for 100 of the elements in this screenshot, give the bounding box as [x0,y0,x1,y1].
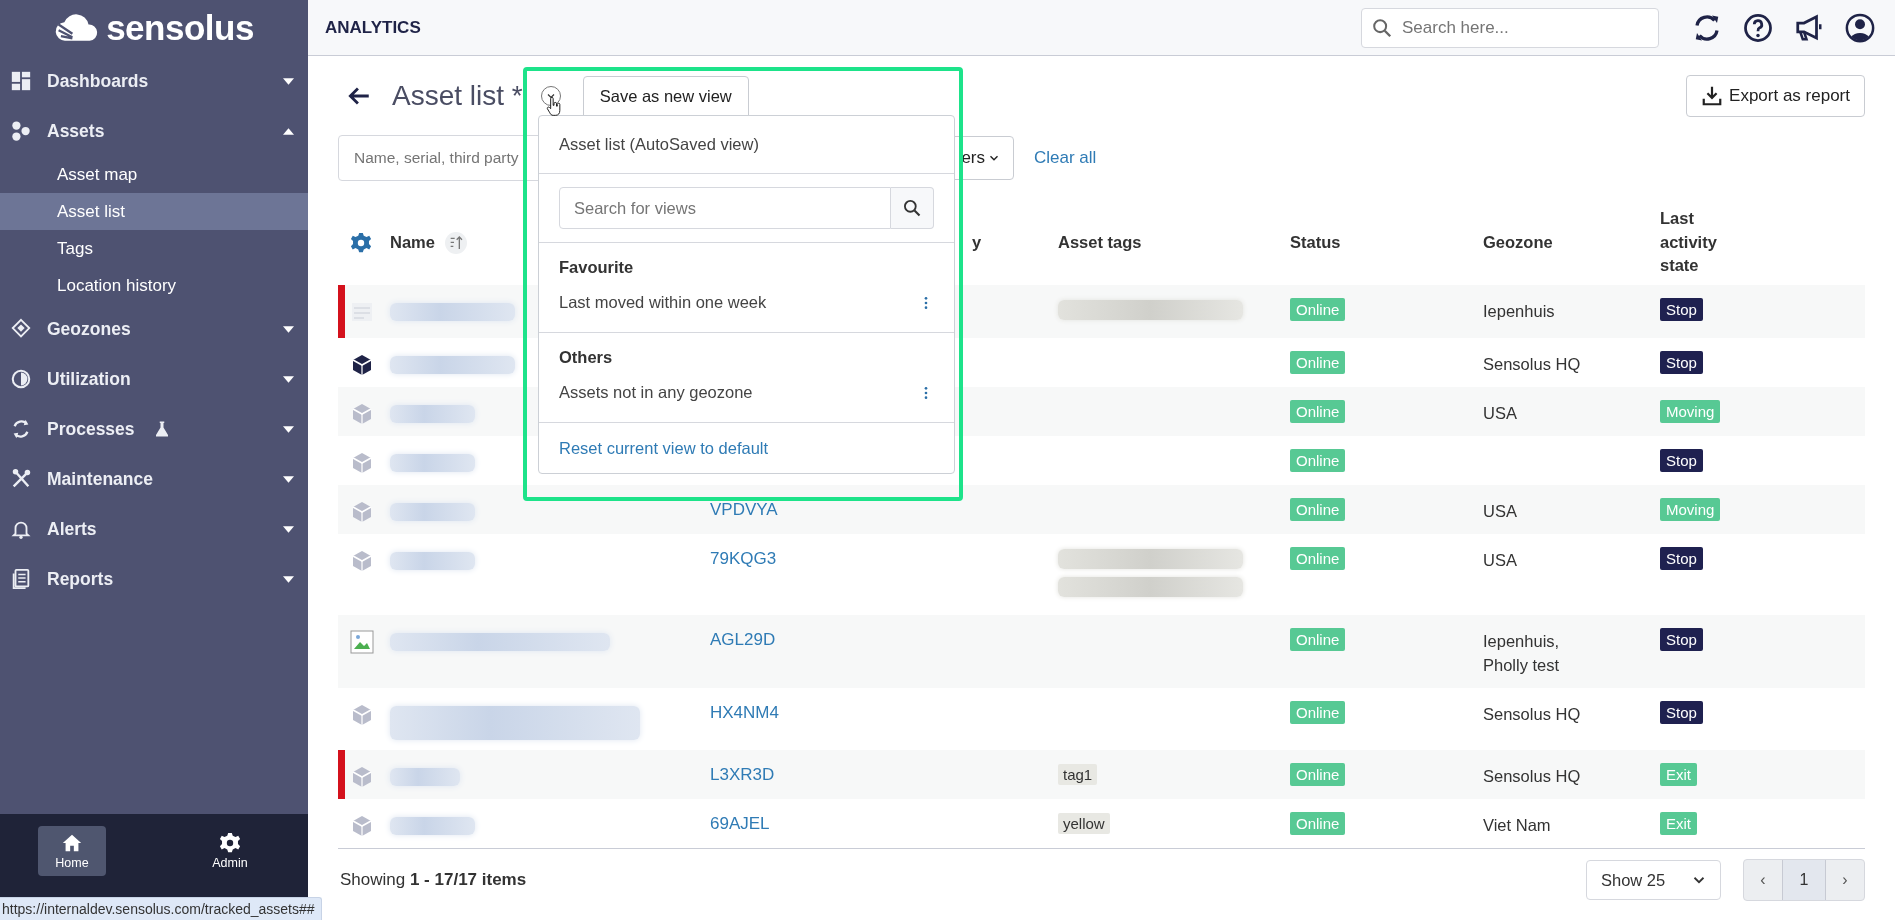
view-item[interactable]: Assets not in any geozone [559,383,753,402]
sidebar-subitem[interactable]: Asset list [0,193,308,230]
settings-icon [350,231,372,254]
sidebar-item[interactable]: Processes [47,418,135,440]
serial-link[interactable]: VPDVYA [710,500,778,520]
nav-button[interactable]: Home [38,826,106,876]
home-icon [61,832,83,854]
caret-icon[interactable] [283,425,294,433]
cube-icon [350,451,374,476]
circles-icon [10,120,32,142]
caret-icon[interactable] [283,525,294,533]
status-badge: Online [1290,812,1346,835]
settings-icon [219,832,241,854]
activity-badge: Stop [1660,298,1703,322]
page-size-select[interactable]: Show 25 [1586,860,1721,900]
page-button[interactable]: 1 [1782,860,1826,900]
sidebar-item[interactable]: Reports [47,568,114,590]
activity-badge: Stop [1660,351,1703,375]
dashboard-icon [10,70,32,92]
status-badge: Online [1290,351,1346,375]
cube-icon [350,402,374,427]
cube-icon [350,549,374,574]
megaphone-icon [1794,12,1824,43]
sidebar-item[interactable]: Utilization [47,368,131,390]
column-header: Asset tags [1058,233,1142,252]
activity-badge: Stop [1660,701,1703,724]
status-badge: Online [1290,498,1346,522]
sidebar-subitem[interactable]: Location history [0,267,308,304]
activity-badge: Moving [1660,400,1721,424]
geozone-text: Sensolus HQ [1483,354,1582,376]
sidebar-item[interactable]: Assets [47,120,105,142]
cube-icon [350,814,374,838]
group-title: Others [559,348,614,367]
column-header[interactable]: Name [390,233,435,253]
broken-image-icon [350,630,374,655]
sidebar-item[interactable]: Geozones [47,318,131,340]
activity-badge: Stop [1660,628,1703,652]
search-icon [902,198,922,218]
search-button[interactable] [891,187,934,229]
cube-icon [350,703,374,727]
serial-link[interactable]: 69AJEL [710,814,770,833]
caret-icon[interactable] [283,77,294,85]
status-badge: Online [1290,701,1346,724]
tools-icon [10,468,32,490]
column-header: y [972,233,982,252]
cube-icon [350,500,374,525]
serial-link[interactable]: HX4NM4 [710,703,779,722]
sort-button[interactable] [444,231,467,254]
status-badge: Online [1290,449,1346,473]
status-badge: Online [1290,400,1346,424]
cube-icon [350,353,374,378]
caret-icon[interactable] [283,127,294,135]
status-url: https://internaldev.sensolus.com/tracked_assets## [0,897,322,920]
help-icon [1743,12,1773,43]
status-badge: Online [1290,547,1346,571]
clear-link[interactable]: Clear all [1034,148,1097,168]
status-badge: Online [1290,628,1346,652]
reset-link[interactable]: Reset current view to default [559,439,769,457]
prev-button[interactable]: ‹ [1744,860,1782,900]
view-item[interactable]: Last moved within one week [559,293,767,312]
geozone-text: Iepenhuis, Pholly test [1483,631,1561,677]
geozone-text: Viet Nam [1483,815,1552,836]
sidebar-item[interactable]: Maintenance [47,468,153,490]
geozone-text: Iepenhuis [1483,301,1556,323]
export-button[interactable]: Export as report [1686,75,1865,117]
sidebar-item[interactable]: Dashboards [47,70,149,92]
status-badge: Online [1290,298,1346,322]
serial-link[interactable]: L3XR3D [710,765,775,784]
column-header: Geozone [1483,233,1553,252]
document-icon [10,568,32,590]
logo-text: sensolus [106,8,254,48]
caret-icon[interactable] [283,475,294,483]
caret-icon[interactable] [283,575,294,583]
current-view[interactable]: Asset list (AutoSaved view) [559,135,759,154]
group-title: Favourite [559,258,635,277]
nav-button[interactable]: Admin [196,826,264,876]
pie-icon [10,368,32,390]
serial-link[interactable]: AGL29D [710,630,776,650]
sidebar-subitem[interactable]: Asset map [0,156,308,193]
save-view-button[interactable]: Save as new view [582,76,749,116]
column-header: Last activity state [1660,209,1717,275]
geozone-text: Sensolus HQ [1483,766,1582,787]
search-field[interactable]: Search here... [1361,7,1659,48]
sidebar-subitem[interactable]: Tags [0,230,308,267]
column-header: Status [1290,233,1341,252]
geozone-text: USA [1483,403,1518,425]
caret-icon[interactable] [283,325,294,333]
tag-label: tag1 [1058,764,1098,785]
caret-icon[interactable] [283,375,294,383]
serial-link[interactable]: 79KQG3 [710,549,777,569]
geozone-text: USA [1483,501,1518,523]
download-icon [1701,85,1724,107]
activity-badge: Exit [1660,763,1697,786]
blurred-text [390,768,460,786]
sidebar-item[interactable]: Alerts [47,518,97,540]
next-button[interactable]: › [1826,860,1864,900]
search-icon [1371,16,1393,39]
geozone-text: USA [1483,550,1518,572]
views-search-field[interactable]: Search for views [559,187,891,229]
cube-icon [350,765,374,789]
